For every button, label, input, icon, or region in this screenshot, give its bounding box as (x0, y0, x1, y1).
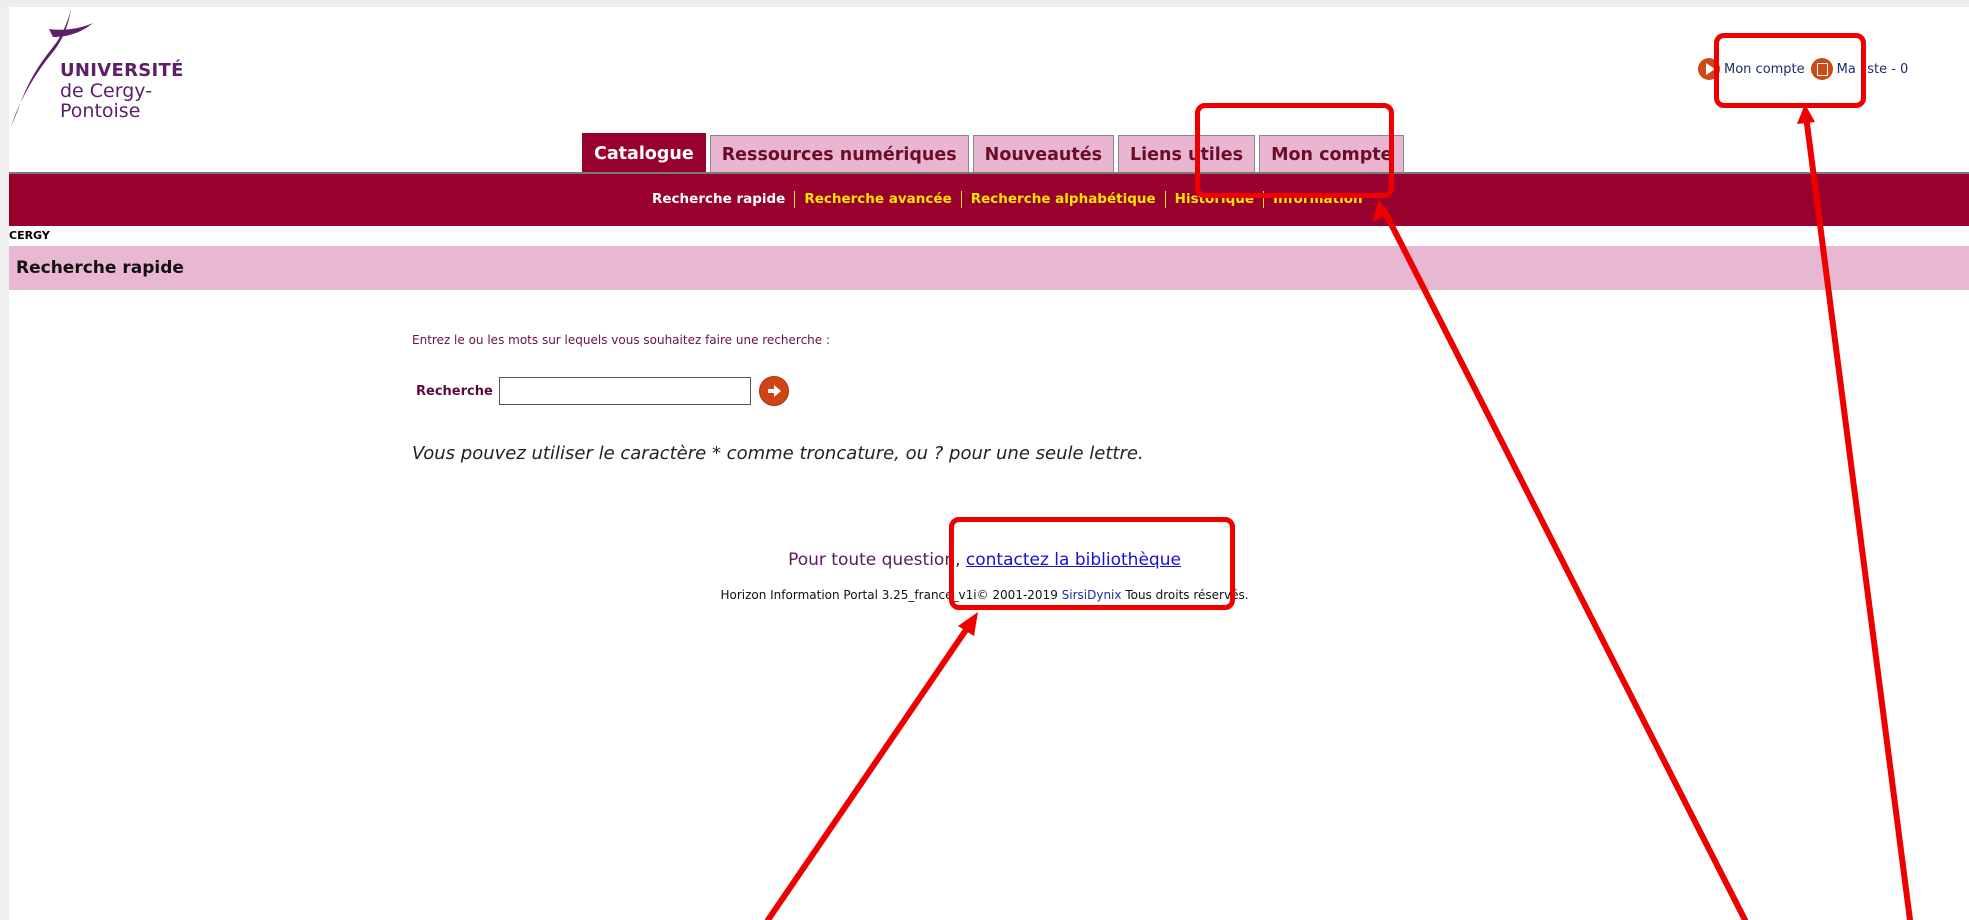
search-label: Recherche (416, 383, 493, 399)
tab-catalogue[interactable]: Catalogue (582, 133, 706, 173)
logo-line2: de Cergy-Pontoise (60, 80, 153, 122)
page-title: Recherche rapide (16, 258, 184, 278)
logo-line1: UNIVERSITÉ (60, 60, 184, 81)
subnav-recherche-alphabetique[interactable]: Recherche alphabétique (960, 191, 1165, 208)
location-label: CERGY (9, 229, 50, 242)
search-hint: Vous pouvez utiliser le caractère * comm… (412, 443, 1144, 464)
annotation-box-top-links (1714, 33, 1866, 108)
university-logo[interactable]: UNIVERSITÉ de Cergy-Pontoise (9, 7, 209, 137)
subnav-recherche-rapide[interactable]: Recherche rapide (652, 191, 794, 208)
search-row: Recherche (416, 374, 789, 408)
annotation-box-contact-link (949, 517, 1235, 610)
question-text: Pour toute question, (788, 550, 966, 570)
search-go-button[interactable] (758, 376, 789, 406)
tab-nouveautes[interactable]: Nouveautés (972, 135, 1114, 173)
sub-navigation: Recherche rapide Recherche avancée Reche… (9, 174, 1969, 226)
logo-text: UNIVERSITÉ de Cergy-Pontoise (60, 60, 209, 122)
search-instructions: Entrez le ou les mots sur lequels vous s… (412, 333, 831, 347)
arrow-right-circle-icon (767, 385, 781, 397)
page-title-band: Recherche rapide (9, 246, 1969, 290)
search-input[interactable] (498, 377, 751, 405)
subnav-recherche-avancee[interactable]: Recherche avancée (794, 191, 960, 208)
annotation-box-mon-compte-tab (1195, 103, 1394, 198)
tab-ressources-numeriques[interactable]: Ressources numériques (709, 135, 969, 173)
